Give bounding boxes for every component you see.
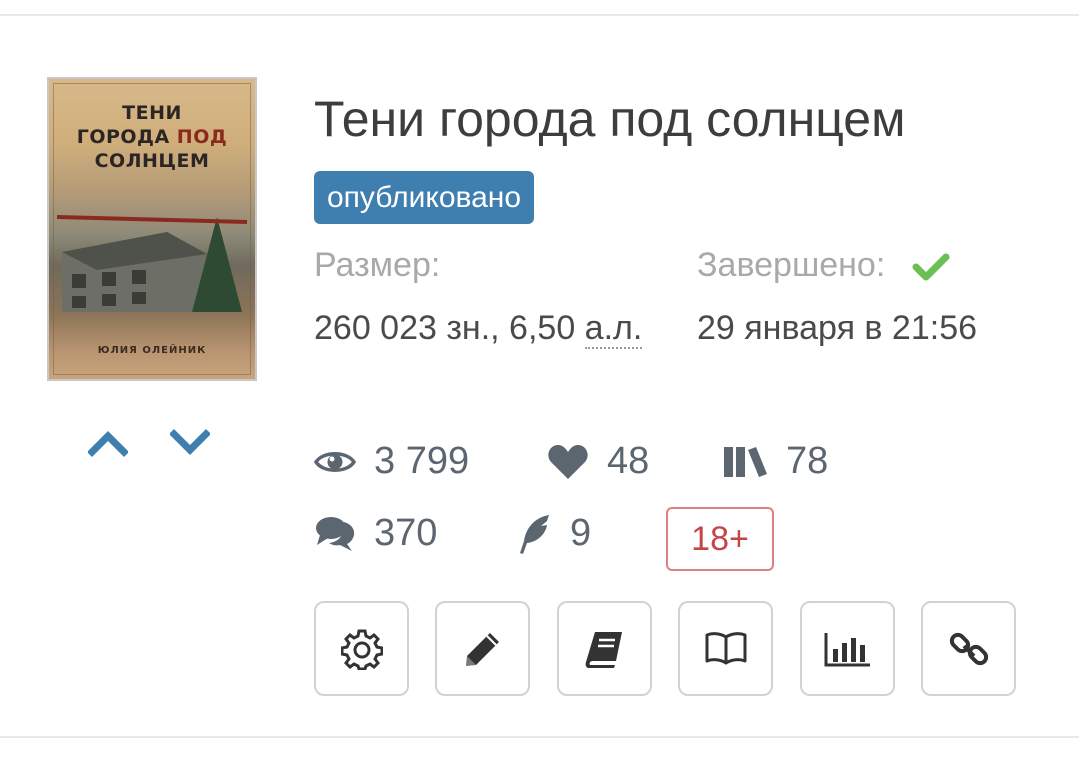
completed-date: 29 января в 21:56 bbox=[697, 309, 978, 347]
book-cover[interactable]: ТЕНИ ГОРОДА ПОД СОЛНЦЕМ ЮЛИЯ ОЛЕЙНИК bbox=[47, 77, 257, 381]
chevron-down-icon bbox=[169, 429, 211, 455]
book-title[interactable]: Тени города под солнцем bbox=[314, 84, 905, 154]
vote-down-button[interactable] bbox=[169, 426, 211, 460]
pencil-icon bbox=[465, 632, 499, 666]
vote-up-button[interactable] bbox=[87, 426, 129, 460]
link-button[interactable] bbox=[921, 601, 1016, 696]
size-value-text: 260 023 зн., 6,50 bbox=[314, 309, 585, 347]
cover-title-line2: ГОРОДА bbox=[76, 126, 177, 148]
read-button[interactable] bbox=[678, 601, 773, 696]
top-divider bbox=[0, 14, 1079, 16]
cover-title: ТЕНИ ГОРОДА ПОД СОЛНЦЕМ bbox=[47, 101, 257, 173]
views-stat: 3 799 bbox=[314, 440, 469, 483]
feather-icon bbox=[520, 514, 549, 554]
cover-title-line1: ТЕНИ bbox=[122, 102, 182, 124]
comments-count: 370 bbox=[374, 512, 438, 554]
book-icon bbox=[585, 631, 622, 668]
chevron-up-icon bbox=[87, 431, 129, 457]
reviews-stat[interactable]: 9 bbox=[516, 512, 591, 555]
cover-title-line3: СОЛНЦЕМ bbox=[94, 150, 210, 172]
books-icon bbox=[724, 446, 767, 477]
reviews-count: 9 bbox=[570, 512, 592, 554]
check-icon bbox=[912, 253, 950, 281]
open-book-icon bbox=[705, 631, 746, 664]
size-value: 260 023 зн., 6,50 а.л. bbox=[314, 298, 644, 358]
settings-button[interactable] bbox=[314, 601, 409, 696]
likes-count: 48 bbox=[607, 440, 650, 482]
completed-label: Завершено: bbox=[697, 246, 886, 284]
link-icon bbox=[949, 632, 988, 665]
cover-author: ЮЛИЯ ОЛЕЙНИК bbox=[97, 345, 207, 356]
likes-stat[interactable]: 48 bbox=[547, 440, 649, 483]
heart-icon bbox=[548, 444, 588, 479]
bar-chart-icon bbox=[824, 632, 870, 666]
bottom-divider bbox=[0, 736, 1079, 738]
age-rating-badge: 18+ bbox=[666, 507, 774, 571]
size-unit-abbr[interactable]: а.л. bbox=[584, 309, 643, 349]
edit-button[interactable] bbox=[435, 601, 530, 696]
size-label: Размер: bbox=[314, 246, 441, 284]
statistics-button[interactable] bbox=[800, 601, 895, 696]
comments-stat[interactable]: 370 bbox=[314, 512, 437, 555]
libraries-count: 78 bbox=[786, 440, 829, 482]
libraries-stat: 78 bbox=[722, 440, 828, 483]
status-badge: опубликовано bbox=[314, 171, 535, 224]
views-count: 3 799 bbox=[374, 440, 470, 482]
gear-icon bbox=[340, 629, 383, 670]
book-chapters-button[interactable] bbox=[557, 601, 652, 696]
eye-icon bbox=[314, 451, 356, 472]
cover-title-line2-accent: ПОД bbox=[176, 126, 228, 148]
cover-house-illustration bbox=[57, 215, 247, 312]
comments-icon bbox=[316, 516, 355, 551]
